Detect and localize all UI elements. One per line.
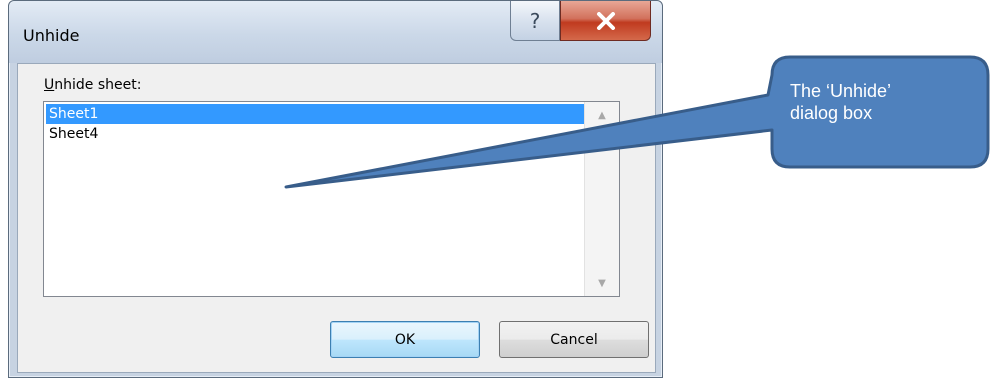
callout-text: The ‘Unhide’ dialog box bbox=[790, 80, 980, 124]
callout-shape bbox=[284, 55, 990, 189]
callout-line-1: The ‘Unhide’ bbox=[790, 81, 892, 101]
callout-line-2: dialog box bbox=[790, 103, 873, 123]
